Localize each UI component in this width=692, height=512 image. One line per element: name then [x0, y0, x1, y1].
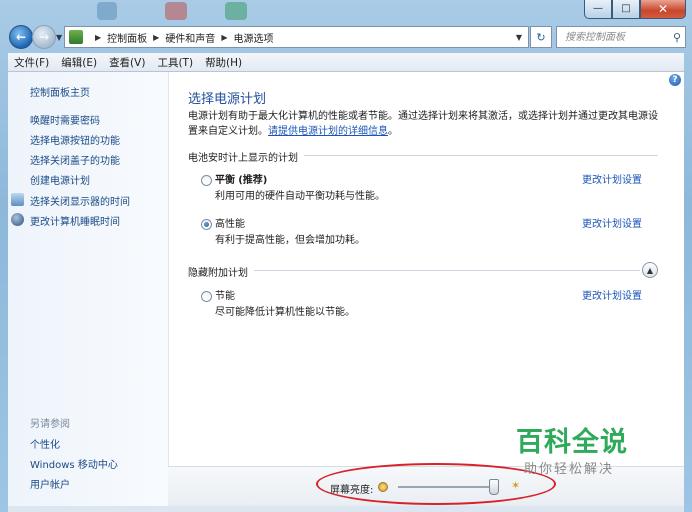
- control-panel-icon: [69, 30, 83, 44]
- watermark-title: 百科全说: [516, 427, 628, 458]
- search-icon[interactable]: ⚲: [673, 31, 681, 44]
- window-bottom-border: [8, 506, 684, 512]
- display-icon: [11, 193, 24, 206]
- divider: [188, 270, 640, 271]
- sidebar-home-link[interactable]: 控制面板主页: [30, 84, 90, 99]
- chevron-right-icon: ▶: [95, 32, 102, 42]
- page-title: 选择电源计划: [188, 92, 267, 107]
- desktop-icon: [225, 2, 247, 20]
- change-settings-high-performance-link[interactable]: 更改计划设置: [582, 215, 642, 230]
- plan-name-power-saver[interactable]: 节能: [215, 287, 235, 302]
- sidebar-link-power-button[interactable]: 选择电源按钮的功能: [30, 132, 120, 147]
- address-bar[interactable]: ▶ 控制面板 ▶ 硬件和声音 ▶ 电源选项 ▼: [64, 26, 529, 48]
- see-also-heading: 另请参阅: [30, 419, 70, 430]
- plan-details-link[interactable]: 请提供电源计划的详细信息: [268, 126, 388, 137]
- power-saver-radio[interactable]: [201, 291, 212, 302]
- sidebar-link-display-off[interactable]: 选择关闭显示器的时间: [30, 193, 130, 208]
- navigation-bar: ← → ▼ ▶ 控制面板 ▶ 硬件和声音 ▶ 电源选项 ▼ ↻ ⚲: [0, 21, 692, 51]
- menu-bar: 文件(F) 编辑(E) 查看(V) 工具(T) 帮助(H): [8, 53, 684, 72]
- hidden-group-title[interactable]: 隐藏附加计划: [188, 264, 254, 279]
- sidebar-link-wake-password[interactable]: 唤醒时需要密码: [30, 112, 100, 127]
- back-arrow-icon: ←: [15, 30, 27, 44]
- search-box: ⚲: [556, 26, 686, 48]
- sidebar-link-lid-close[interactable]: 选择关闭盖子的功能: [30, 152, 120, 167]
- sidebar-link-personalize[interactable]: 个性化: [30, 436, 60, 451]
- address-dropdown-icon[interactable]: ▼: [516, 33, 522, 42]
- plan-name-high-performance[interactable]: 高性能: [215, 215, 245, 230]
- high-performance-radio[interactable]: [201, 219, 212, 230]
- menu-file[interactable]: 文件(F): [8, 55, 55, 70]
- breadcrumb-power-options[interactable]: 电源选项: [233, 30, 273, 45]
- refresh-button[interactable]: ↻: [530, 26, 552, 48]
- forward-arrow-icon: →: [38, 30, 50, 44]
- change-settings-power-saver-link[interactable]: 更改计划设置: [582, 287, 642, 302]
- menu-edit[interactable]: 编辑(E): [55, 55, 103, 70]
- sidebar: 控制面板主页 唤醒时需要密码 选择电源按钮的功能 选择关闭盖子的功能 创建电源计…: [8, 72, 169, 506]
- plan-desc-high-performance: 有利于提高性能，但会增加功耗。: [215, 235, 365, 246]
- refresh-icon: ↻: [536, 30, 546, 44]
- chevron-right-icon: ▶: [221, 32, 228, 42]
- sidebar-link-sleep-time[interactable]: 更改计算机睡眠时间: [30, 213, 120, 228]
- menu-help[interactable]: 帮助(H): [199, 55, 248, 70]
- forward-button[interactable]: →: [32, 25, 56, 49]
- close-button[interactable]: ✕: [640, 0, 686, 19]
- desktop-icon: [165, 2, 187, 20]
- breadcrumb-control-panel[interactable]: 控制面板: [107, 30, 147, 45]
- menu-view[interactable]: 查看(V): [103, 55, 151, 70]
- watermark: 百科全说 助你轻松解决: [514, 420, 664, 486]
- plan-desc-balanced: 利用可用的硬件自动平衡功耗与性能。: [215, 191, 385, 202]
- maximize-button[interactable]: □: [612, 0, 640, 19]
- balanced-radio[interactable]: [201, 175, 212, 186]
- minimize-button[interactable]: —: [584, 0, 612, 19]
- desktop-icon: [97, 2, 117, 20]
- back-button[interactable]: ←: [9, 25, 33, 49]
- menu-tools[interactable]: 工具(T): [151, 55, 199, 70]
- sidebar-link-mobility-center[interactable]: Windows 移动中心: [30, 456, 118, 471]
- window-frame: — □ ✕ ← → ▼ ▶ 控制面板 ▶ 硬件和声音 ▶ 电源选项 ▼ ↻ ⚲ …: [0, 0, 692, 512]
- watermark-subtitle: 助你轻松解决: [524, 462, 615, 477]
- search-input[interactable]: [563, 30, 667, 44]
- page-description: 电源计划有助于最大化计算机的性能或者节能。通过选择计划来将其激活，或选择计划并通…: [188, 111, 658, 137]
- breadcrumb-hardware-sound[interactable]: 硬件和声音: [165, 30, 215, 45]
- history-dropdown-icon[interactable]: ▼: [56, 33, 62, 42]
- sleep-icon: [11, 213, 24, 226]
- plan-desc-power-saver: 尽可能降低计算机性能以节能。: [215, 307, 355, 318]
- collapse-up-icon[interactable]: ▲: [642, 262, 658, 278]
- sidebar-link-user-accounts[interactable]: 用户帐户: [30, 476, 70, 491]
- caption-buttons: — □ ✕: [584, 0, 686, 19]
- battery-group-title: 电池安时计上显示的计划: [188, 149, 304, 164]
- change-settings-balanced-link[interactable]: 更改计划设置: [582, 171, 642, 186]
- plan-name-balanced[interactable]: 平衡 (推荐): [215, 171, 267, 186]
- chevron-right-icon: ▶: [153, 32, 160, 42]
- sidebar-link-create-plan[interactable]: 创建电源计划: [30, 172, 90, 187]
- breadcrumb: ▶ 控制面板 ▶ 硬件和声音 ▶ 电源选项: [89, 30, 273, 45]
